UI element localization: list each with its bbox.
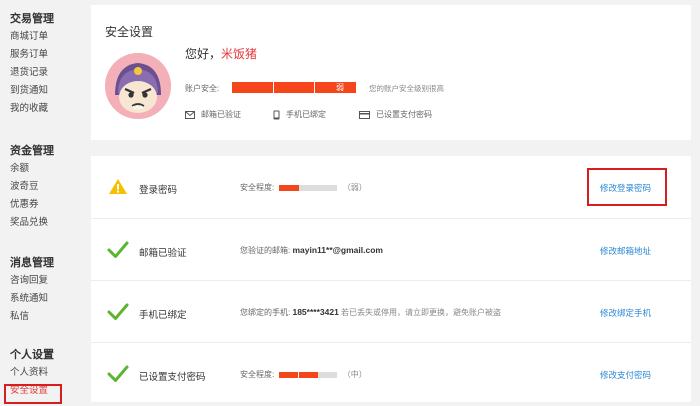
sidebar-item-profile[interactable]: 个人资料 [10, 364, 54, 382]
info-label: 您绑定的手机: [240, 308, 291, 317]
sidebar: 交易管理 商城订单 服务订单 退货记录 到货通知 我的收藏 资金管理 余额 波奇… [0, 0, 82, 406]
change-pay-password-link[interactable]: 修改支付密码 [600, 369, 651, 381]
list-item-pay-password: 已设置支付密码 安全程度: （中） 修改支付密码 [91, 342, 691, 402]
sidebar-item-mall-orders[interactable]: 商城订单 [10, 28, 54, 46]
phone-note: 若已丢失或停用，请立即更换，避免账户被盗 [341, 308, 502, 317]
page-title: 安全设置 [105, 25, 154, 39]
strength-fill [279, 184, 299, 191]
greeting-text: 您好， [185, 47, 222, 61]
check-icon [107, 241, 129, 258]
sidebar-item-coupons[interactable]: 优惠券 [10, 196, 54, 214]
phone-icon [273, 110, 280, 119]
avatar [105, 53, 171, 119]
item-name: 手机已绑定 [139, 310, 187, 321]
sidebar-item-inquiry-replies[interactable]: 咨询回复 [10, 272, 54, 290]
card-icon [359, 110, 370, 119]
action-highlight [587, 168, 667, 206]
warning-icon [109, 179, 127, 194]
active-item-highlight [4, 384, 62, 404]
info-label: 安全程度: [240, 183, 275, 192]
username: 米饭猪 [221, 47, 258, 61]
nav-group-trade: 交易管理 商城订单 服务订单 退货记录 到货通知 我的收藏 [10, 10, 54, 118]
list-item-phone: 手机已绑定 您绑定的手机: 185****3421 若已丢失或停用，请立即更换，… [91, 280, 691, 340]
change-email-link[interactable]: 修改邮箱地址 [600, 245, 651, 257]
badge-phone: 手机已绑定 [273, 109, 326, 120]
item-info: 您验证的邮箱: mayin11**@gmail.com [240, 245, 383, 256]
nav-group-title: 资金管理 [10, 145, 54, 157]
security-items-card: 登录密码 安全程度: （弱） 修改登录密码 邮箱已验证 您验证的邮箱: mayi… [91, 156, 691, 402]
badge-label: 手机已绑定 [286, 110, 326, 119]
nav-group-funds: 资金管理 余额 波奇豆 优惠券 奖品兑换 [10, 142, 54, 232]
sidebar-item-boqi-beans[interactable]: 波奇豆 [10, 178, 54, 196]
strength-separator [298, 371, 300, 378]
info-label: 安全程度: [240, 370, 275, 379]
item-name: 邮箱已验证 [139, 248, 187, 259]
list-item-login-password: 登录密码 安全程度: （弱） 修改登录密码 [91, 156, 691, 216]
profile-card: 安全设置 您好，米饭猪 账户安全: 弱 您的账户安全级别很高 邮箱已验证 手机已… [91, 5, 691, 140]
badge-email: 邮箱已验证 [185, 109, 241, 120]
badge-label: 已设置支付密码 [376, 110, 432, 119]
sidebar-item-private-messages[interactable]: 私信 [10, 308, 54, 326]
nav-group-messages: 消息管理 咨询回复 系统通知 私信 [10, 254, 54, 326]
security-tip: 您的账户安全级别很高 [369, 84, 444, 93]
strength-bar [279, 184, 338, 191]
sidebar-item-arrival-notice[interactable]: 到货通知 [10, 82, 54, 100]
change-phone-link[interactable]: 修改绑定手机 [600, 307, 651, 319]
nav-group-title: 个人设置 [10, 349, 54, 361]
badge-pay: 已设置支付密码 [359, 109, 432, 120]
security-level-text: 弱 [336, 83, 344, 92]
email-value: mayin11**@gmail.com [292, 245, 383, 255]
check-icon [107, 303, 129, 320]
check-icon [107, 365, 129, 382]
mail-icon [185, 110, 195, 119]
sidebar-item-prizes[interactable]: 奖品兑换 [10, 214, 54, 232]
item-info: 安全程度: （弱） [240, 182, 367, 193]
item-info: 安全程度: （中） [240, 369, 367, 380]
strength-bar [279, 371, 338, 378]
sidebar-item-service-orders[interactable]: 服务订单 [10, 46, 54, 64]
sidebar-item-balance[interactable]: 余额 [10, 160, 54, 178]
list-item-email: 邮箱已验证 您验证的邮箱: mayin11**@gmail.com 修改邮箱地址 [91, 218, 691, 278]
sidebar-item-returns[interactable]: 退货记录 [10, 64, 54, 82]
bar-separator [273, 82, 274, 93]
nav-group-title: 消息管理 [10, 257, 54, 269]
bar-separator [314, 82, 315, 93]
greeting: 您好，米饭猪 [185, 45, 257, 62]
item-name: 登录密码 [139, 185, 178, 196]
security-level-bar: 弱 [232, 82, 356, 93]
item-name: 已设置支付密码 [139, 372, 206, 383]
item-info: 您绑定的手机: 185****3421 若已丢失或停用，请立即更换，避免账户被盗 [240, 307, 501, 318]
badge-label: 邮箱已验证 [201, 110, 241, 119]
nav-group-title: 交易管理 [10, 13, 54, 25]
security-label: 账户安全: [185, 84, 220, 93]
strength-text: （中） [342, 370, 367, 379]
strength-text: （弱） [342, 183, 367, 192]
phone-value: 185****3421 [292, 307, 339, 317]
info-label: 您验证的邮箱: [240, 246, 291, 255]
sidebar-item-favorites[interactable]: 我的收藏 [10, 100, 54, 118]
sidebar-item-system-notices[interactable]: 系统通知 [10, 290, 54, 308]
